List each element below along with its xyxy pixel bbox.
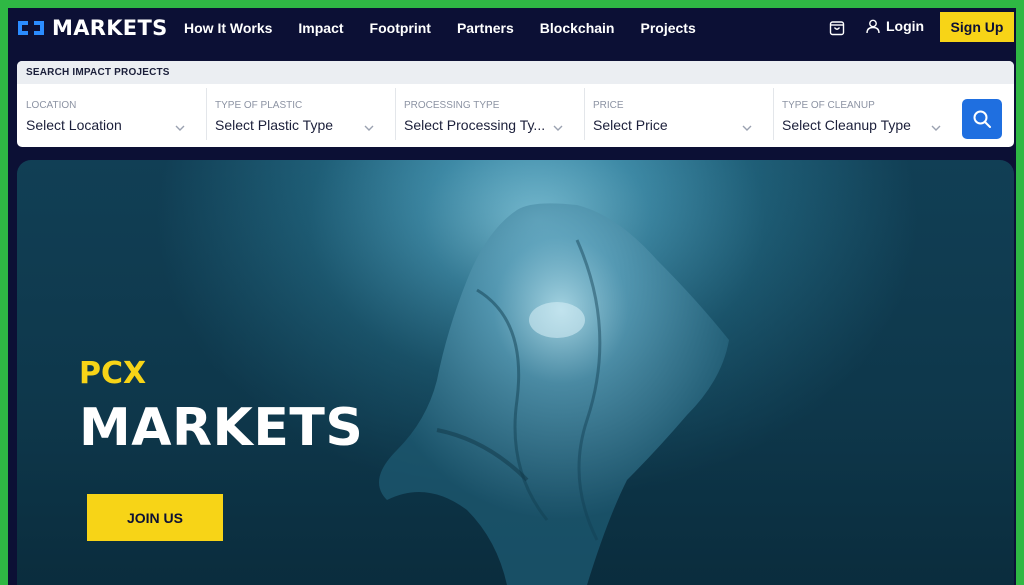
chevron-down-icon: [175, 125, 185, 131]
filter-value: Select Location: [26, 117, 122, 133]
nav-link-projects[interactable]: Projects: [640, 20, 695, 36]
chevron-down-icon: [364, 125, 374, 131]
filter-bar: LOCATION Select Location TYPE OF PLASTIC…: [17, 84, 1014, 147]
logo[interactable]: MARKETS: [16, 14, 168, 42]
page-frame: MARKETS How It Works Impact Footprint Pa…: [8, 8, 1016, 585]
chevron-down-icon: [742, 125, 752, 131]
filter-label: TYPE OF CLEANUP: [782, 100, 875, 111]
filter-label: PROCESSING TYPE: [404, 100, 500, 111]
filter-value: Select Cleanup Type: [782, 117, 911, 133]
filter-location[interactable]: LOCATION Select Location: [17, 90, 206, 142]
markets-logo-icon: [18, 21, 44, 35]
plastic-bag-image: [379, 203, 729, 585]
filter-label: LOCATION: [26, 100, 77, 111]
search-icon: [973, 110, 991, 128]
filter-processing-type[interactable]: PROCESSING TYPE Select Processing Ty...: [395, 90, 584, 142]
nav-link-how-it-works[interactable]: How It Works: [184, 20, 272, 36]
filter-plastic-type[interactable]: TYPE OF PLASTIC Select Plastic Type: [206, 90, 395, 142]
logo-text: MARKETS: [52, 16, 168, 40]
filter-cleanup-type[interactable]: TYPE OF CLEANUP Select Cleanup Type: [773, 90, 953, 142]
login-label: Login: [886, 18, 925, 34]
hero-title: MARKETS: [79, 398, 364, 458]
search-panel: SEARCH IMPACT PROJECTS LOCATION Select L…: [17, 61, 1014, 147]
nav-link-footprint[interactable]: Footprint: [370, 20, 431, 36]
join-us-button[interactable]: JOIN US: [87, 494, 223, 541]
sign-up-button[interactable]: Sign Up: [940, 12, 1014, 42]
chevron-down-icon: [931, 125, 941, 131]
filter-value: Select Price: [593, 117, 668, 133]
search-button[interactable]: [962, 99, 1002, 139]
filter-value: Select Plastic Type: [215, 117, 334, 133]
filter-price[interactable]: PRICE Select Price: [584, 90, 773, 142]
shopping-bag-icon[interactable]: [828, 19, 846, 37]
filter-label: TYPE OF PLASTIC: [215, 100, 303, 111]
filter-label: PRICE: [593, 100, 624, 111]
hero-pre-title: PCX: [79, 356, 147, 391]
nav-link-blockchain[interactable]: Blockchain: [540, 20, 615, 36]
nav-link-impact[interactable]: Impact: [298, 20, 343, 36]
nav-link-partners[interactable]: Partners: [457, 20, 514, 36]
user-icon: [866, 19, 880, 33]
top-nav: MARKETS How It Works Impact Footprint Pa…: [8, 8, 1016, 48]
filter-value: Select Processing Ty...: [404, 117, 546, 133]
chevron-down-icon: [553, 125, 563, 131]
hero-banner: PCX MARKETS JOIN US: [17, 160, 1014, 585]
search-panel-title: SEARCH IMPACT PROJECTS: [17, 61, 1014, 84]
nav-links: How It Works Impact Footprint Partners B…: [184, 8, 722, 48]
login-link[interactable]: Login: [866, 18, 924, 34]
